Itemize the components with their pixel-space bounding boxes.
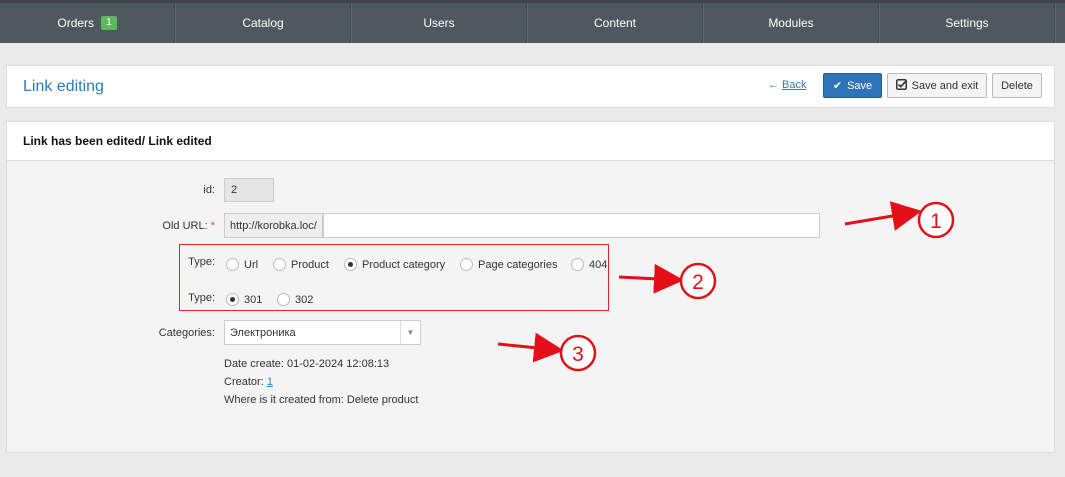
annotation-number-3: 3 <box>572 343 584 366</box>
annotation-number-1: 1 <box>930 210 942 233</box>
annotation-arrow-3 <box>497 332 564 363</box>
annotation-arrow-2 <box>618 263 684 294</box>
annotation-3: 3 <box>497 332 597 372</box>
annotation-overlay: 1 2 3 <box>497 201 955 372</box>
annotation-1: 1 <box>844 201 955 239</box>
annotation-2: 2 <box>618 262 717 300</box>
annotation-number-2: 2 <box>692 271 704 294</box>
annotation-arrow-1 <box>844 201 922 231</box>
